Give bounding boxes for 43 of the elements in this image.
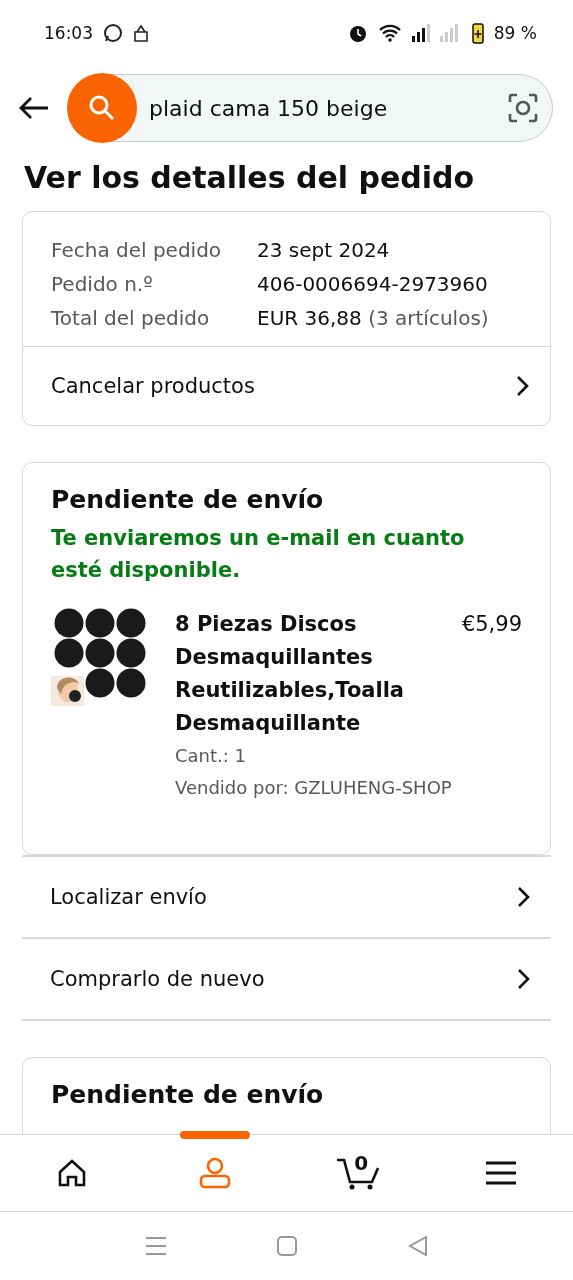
shipment-message: Te enviaremos un e-mail en cuanto esté disponible. bbox=[51, 525, 466, 584]
search-icon[interactable] bbox=[88, 94, 116, 122]
cart-count: 0 bbox=[354, 1151, 369, 1175]
battery-level: 89 % bbox=[493, 23, 537, 43]
search-bar[interactable]: plaid cama 150 beige bbox=[68, 74, 553, 142]
shipment-action-row[interactable]: Localizar envío bbox=[22, 855, 551, 939]
shipment-heading: Pendiente de envío bbox=[51, 1080, 325, 1109]
search-input[interactable]: plaid cama 150 beige bbox=[137, 94, 508, 122]
alarm-icon bbox=[347, 23, 368, 43]
seller: Vendido por: GZLUHENG-SHOP bbox=[175, 776, 453, 800]
back-icon[interactable] bbox=[407, 1236, 428, 1256]
home-icon bbox=[56, 1158, 87, 1188]
menu-icon bbox=[485, 1161, 518, 1185]
shipment-heading: Pendiente de envío bbox=[51, 485, 325, 514]
home-button-icon[interactable] bbox=[277, 1236, 298, 1256]
camera-scan-icon[interactable] bbox=[508, 93, 538, 123]
order-value: 406-0006694-2973960 bbox=[257, 272, 488, 296]
status-time: 16:03 bbox=[44, 23, 93, 43]
chat-icon bbox=[103, 23, 123, 43]
cancel-products-row[interactable]: Cancelar productos bbox=[23, 346, 550, 425]
recent-apps-icon[interactable] bbox=[145, 1236, 168, 1256]
quantity: Cant.: 1 bbox=[175, 744, 248, 768]
page-title: Ver los detalles del pedido bbox=[24, 160, 476, 195]
chevron-right-icon bbox=[517, 968, 531, 990]
product-name[interactable]: 8 Piezas Discos Desmaquillantes Reutilizables,Toalla Desmaquillante bbox=[175, 608, 448, 740]
active-indicator bbox=[179, 1131, 250, 1139]
shipment-action-row[interactable]: Comprarlo de nuevo bbox=[22, 939, 551, 1021]
order-label: Pedido n.º bbox=[51, 271, 154, 298]
item-count: (3 artículos) bbox=[368, 306, 489, 330]
order-value: EUR 36,88 bbox=[257, 306, 362, 330]
battery-icon bbox=[471, 22, 484, 44]
chevron-right-icon bbox=[517, 886, 531, 908]
back-arrow-icon[interactable] bbox=[18, 96, 50, 120]
cart-icon bbox=[335, 1156, 382, 1190]
order-value: 23 sept 2024 bbox=[257, 238, 390, 262]
person-icon bbox=[197, 1156, 232, 1190]
order-label: Fecha del pedido bbox=[51, 237, 223, 264]
chevron-right-icon bbox=[516, 375, 530, 397]
product-price: €5,99 bbox=[461, 611, 522, 638]
order-label: Total del pedido bbox=[51, 305, 211, 332]
wifi-icon bbox=[377, 24, 402, 42]
nav-tab[interactable]: 0 bbox=[286, 1135, 430, 1211]
notification-icon bbox=[133, 24, 149, 42]
